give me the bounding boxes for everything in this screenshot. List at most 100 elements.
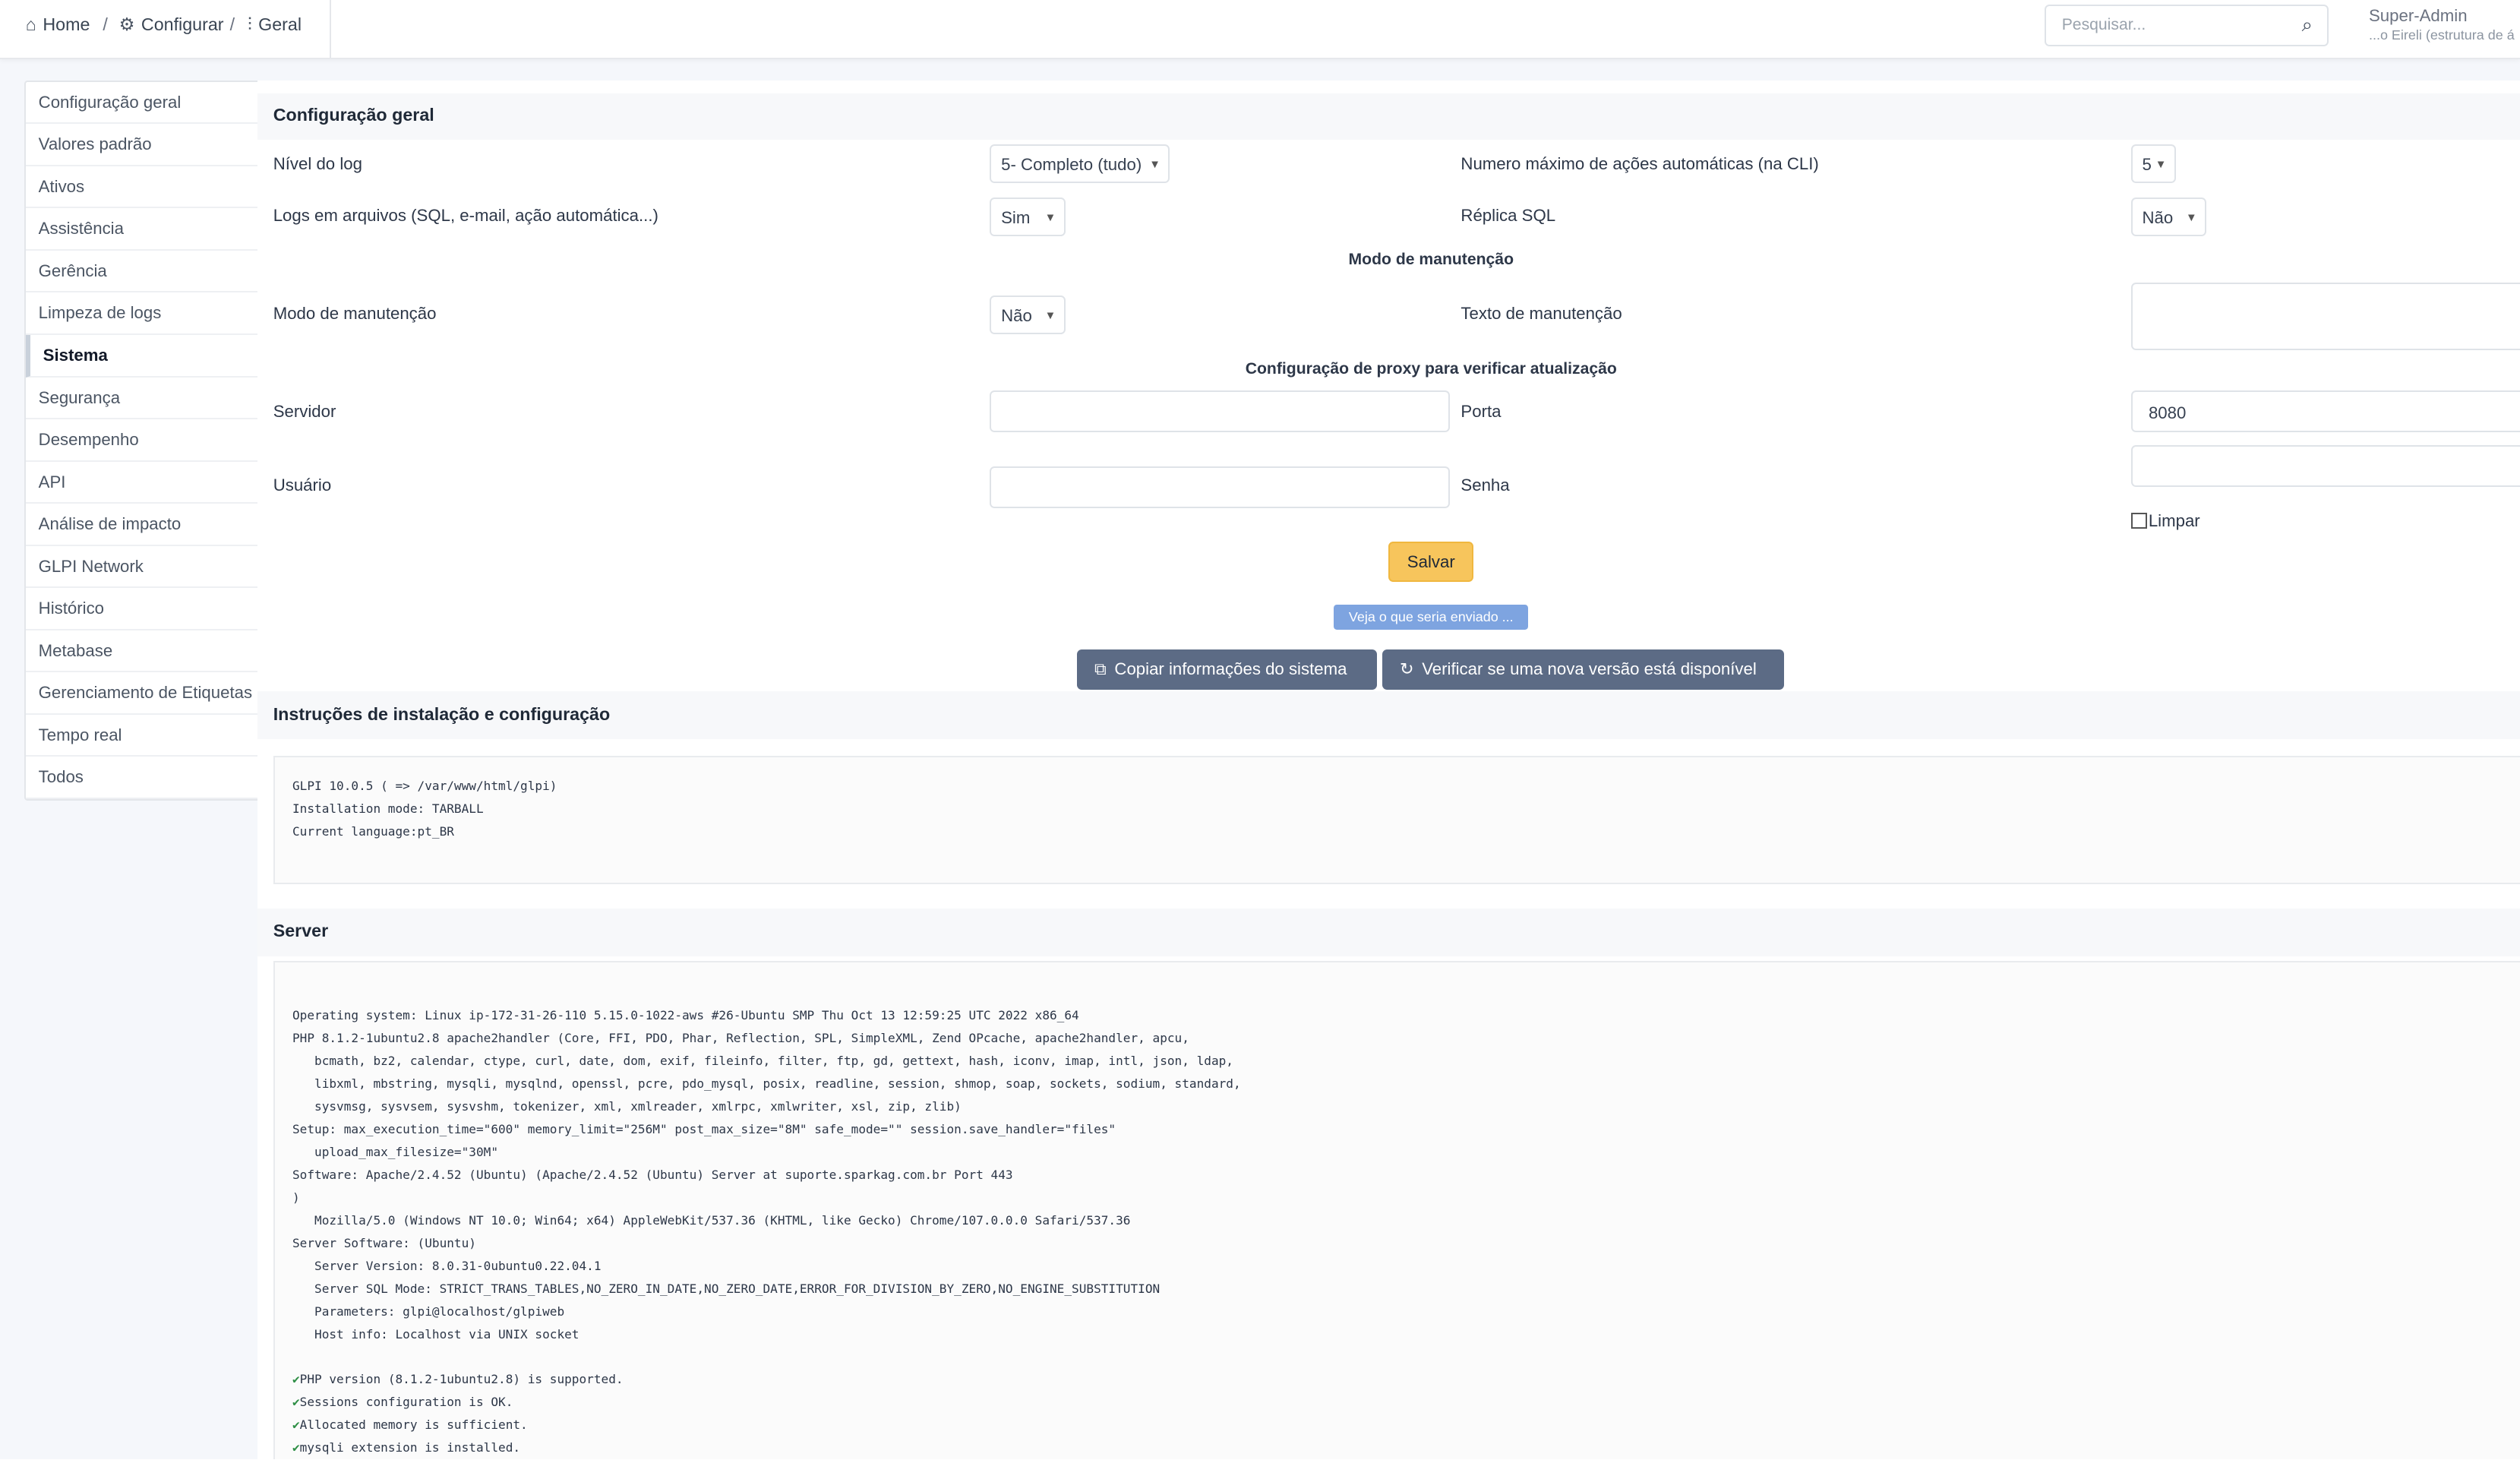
install-info-line: Current language:pt_BR [292,823,454,839]
sidebar-item[interactable]: Valores padrão [25,124,259,166]
sidebar-item[interactable]: Metabase [25,630,259,673]
caret-down-icon: ▼ [1044,310,1056,323]
checkbox-box[interactable] [2130,513,2147,529]
sidebar-item[interactable]: GLPI Network [25,546,259,589]
sidebar-item[interactable]: Segurança [25,378,259,420]
server-check-text: Sessions configuration is OK. [299,1395,513,1410]
breadcrumb-general-label: Geral [258,14,302,35]
log-files-value: Sim [1001,208,1031,228]
page: ⌂ Home / ⚙ Configurar / ⫶ Geral ⌕ Super-… [0,0,2520,1460]
max-actions-value: 5 [2142,155,2152,175]
refresh-icon: ↻ [1400,659,1414,678]
install-section-header: Instruções de instalação e configuração [257,690,2520,740]
server-info-line: Operating system: Linux ip-172-31-26-110… [292,1008,1079,1023]
sidebar-item[interactable]: Limpeza de logs [25,292,259,335]
sidebar-item[interactable]: Análise de impacto [25,504,259,546]
proxy-header: Configuração de proxy para verificar atu… [1245,359,1617,378]
maintenance-label: Modo de manutenção [273,303,437,323]
breadcrumb-home-label: Home [43,14,90,35]
server-check-line: ✔Allocated memory is sufficient. [292,1414,2520,1436]
main-content: Configuração geral Nível do log 5- Compl… [257,80,2520,1460]
check-version-button[interactable]: ↻ Verificar se uma nova versão está dispo… [1382,649,1784,690]
caret-down-icon: ▼ [2155,159,2167,172]
maintenance-value: Não [1001,306,1032,326]
port-label: Porta [1461,401,1502,421]
sidebar-item[interactable]: Ativos [25,166,259,209]
log-level-value: 5- Completo (tudo) [1001,155,1142,175]
server-info-line: Server Software: (Ubuntu) [292,1235,476,1250]
sql-replica-select[interactable]: Não ▼ [2130,198,2207,237]
maintenance-select[interactable]: Não ▼ [990,295,1066,335]
maintenance-text-label: Texto de manutenção [1461,303,1622,323]
breadcrumb-separator: / [229,14,235,35]
copy-system-info-label: Copiar informações do sistema [1114,659,1347,678]
server-info-line: Software: Apache/2.4.52 (Ubuntu) (Apache… [292,1167,1013,1182]
user-entity: ...o Eireli (estrutura de á [2368,27,2515,43]
server-info-line: Server Version: 8.0.31-0ubuntu0.22.04.1 [292,1258,602,1273]
install-info-block: GLPI 10.0.5 ( => /var/www/html/glpi) Inst… [273,755,2520,884]
max-actions-select[interactable]: 5 ▼ [2130,144,2177,184]
sidebar-item[interactable]: Configuração geral [25,82,259,125]
maintenance-text-input[interactable] [2130,283,2520,351]
sidebar-item[interactable]: Gerência [25,251,259,293]
breadcrumb-general[interactable]: ⫶ Geral [248,14,302,35]
sidebar-item[interactable]: Histórico [25,588,259,630]
user-label: Usuário [273,476,332,495]
config-sidebar: Configuração geral Valores padrão Ativos As… [24,80,261,801]
user-menu[interactable]: Super-Admin ...o Eireli (estrutura de á [2369,6,2515,45]
clear-password-checkbox[interactable]: Limpar [2130,510,2200,531]
search-icon[interactable]: ⌕ [2302,14,2313,37]
search-input[interactable] [2058,14,2291,36]
proxy-port-input[interactable]: 8080 [2130,390,2520,433]
server-info-line: PHP 8.1.2-1ubuntu2.8 apache2handler (Cor… [292,1031,1189,1046]
log-files-label: Logs em arquivos (SQL, e-mail, ação auto… [273,205,658,225]
proxy-password-input[interactable] [2130,445,2520,488]
sidebar-item[interactable]: Gerenciamento de Etiquetas [25,672,259,715]
check-version-label: Verificar se uma nova versão está dispon… [1422,659,1757,678]
breadcrumb-home[interactable]: ⌂ Home [26,14,90,35]
top-bar: ⌂ Home / ⚙ Configurar / ⫶ Geral ⌕ Super-… [0,0,2520,60]
sidebar-item[interactable]: Sistema [25,334,259,378]
sidebar-item[interactable]: API [25,462,259,504]
sliders-icon: ⫶ [247,14,252,35]
sidebar-item[interactable]: Desempenho [25,419,259,462]
proxy-server-input[interactable] [990,390,1450,433]
maintenance-header: Modo de manutenção [1348,251,1514,269]
server-title: Server [273,921,329,941]
log-level-select[interactable]: 5- Completo (tudo) ▼ [990,144,1170,184]
server-info-line: Host info: Localhost via UNIX socket [292,1326,579,1341]
install-info-line: Installation mode: TARBALL [292,801,484,816]
sidebar-item[interactable]: Todos [25,757,259,799]
copy-icon: ⧉ [1094,659,1107,678]
log-files-select[interactable]: Sim ▼ [990,198,1066,237]
server-info-line: Parameters: glpi@localhost/glpiweb [292,1304,565,1319]
proxy-user-input[interactable] [990,466,1450,508]
sidebar-item[interactable]: Tempo real [25,715,259,757]
server-info-line: Mozilla/5.0 (Windows NT 10.0; Win64; x64… [292,1212,1131,1228]
server-info-line: upload_max_filesize="30M" [292,1145,499,1159]
server-check-text: Allocated memory is sufficient. [299,1417,528,1433]
check-icon: ✔ [292,1417,300,1433]
general-title: Configuração geral [273,104,434,125]
install-info-line: GLPI 10.0.5 ( => /var/www/html/glpi) [292,778,557,793]
install-title: Instruções de instalação e configuração [273,703,611,724]
caret-down-icon: ▼ [1149,159,1161,172]
max-actions-label: Numero máximo de ações automáticas (na C… [1461,154,1819,174]
sql-replica-label: Réplica SQL [1461,205,1556,225]
gear-icon: ⚙ [118,14,135,35]
breadcrumb-configure[interactable]: ⚙ Configurar [119,14,224,35]
server-info-block: Operating system: Linux ip-172-31-26-110… [273,961,2520,1460]
save-button[interactable]: Salvar [1388,542,1474,582]
sidebar-item[interactable]: Assistência [25,208,259,251]
server-info-line: sysvmsg, sysvsem, sysvshm, tokenizer, xm… [292,1099,962,1114]
server-info-line: Server SQL Mode: STRICT_TRANS_TABLES,NO_… [292,1281,1161,1296]
clear-label: Limpar [2148,510,2200,530]
copy-system-info-button[interactable]: ⧉ Copiar informações do sistema [1076,649,1378,690]
see-sent-button[interactable]: Veja o que seria enviado ... [1334,604,1529,630]
user-name: Super-Admin [2368,6,2468,26]
breadcrumb-configure-label: Configurar [141,14,224,35]
check-icon: ✔ [292,1395,300,1410]
server-info-line: libxml, mbstring, mysqli, mysqlnd, opens… [292,1076,1241,1092]
server-info-line: bcmath, bz2, calendar, ctype, curl, date… [292,1054,1233,1069]
